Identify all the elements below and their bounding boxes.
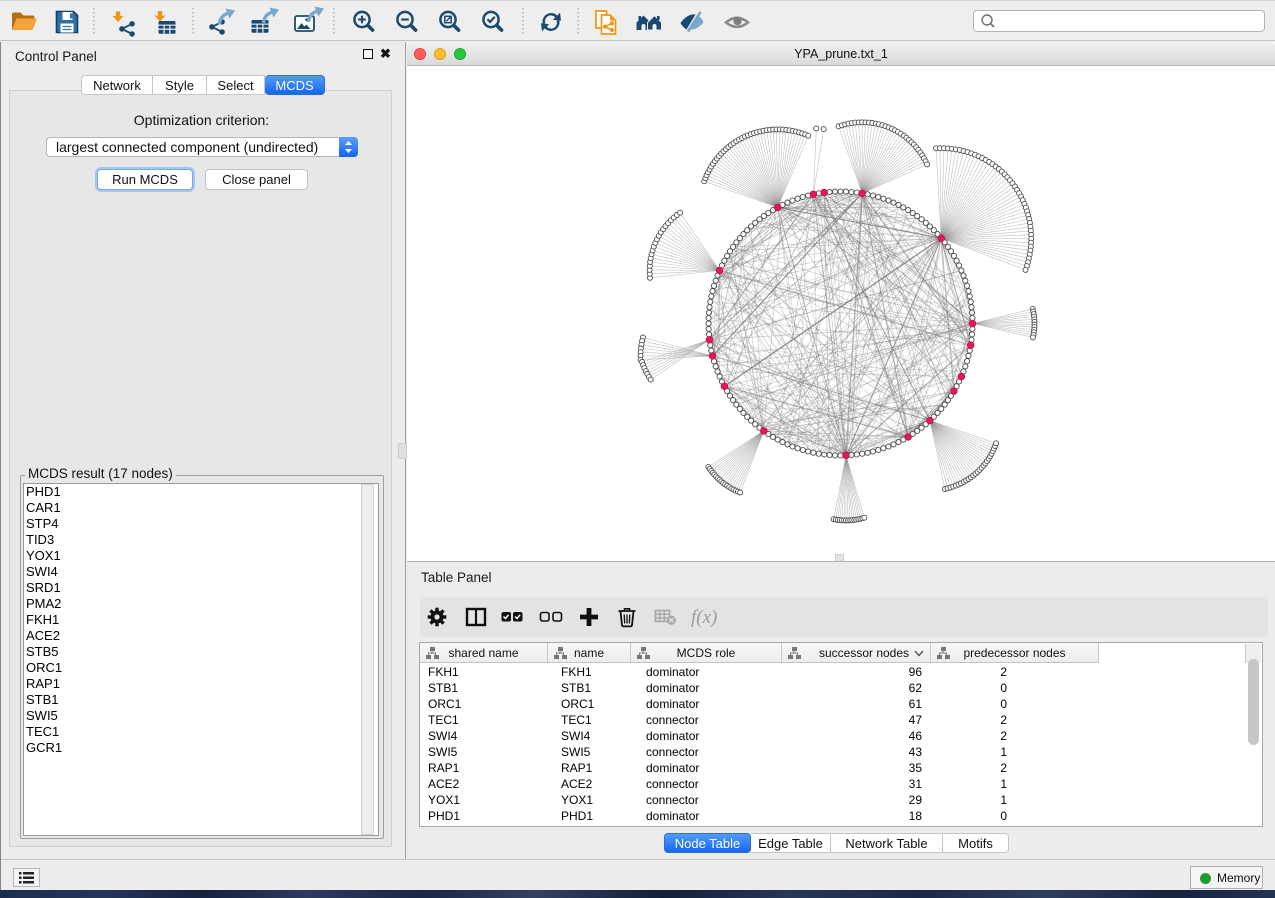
svg-text:f(x): f(x)	[691, 607, 717, 628]
